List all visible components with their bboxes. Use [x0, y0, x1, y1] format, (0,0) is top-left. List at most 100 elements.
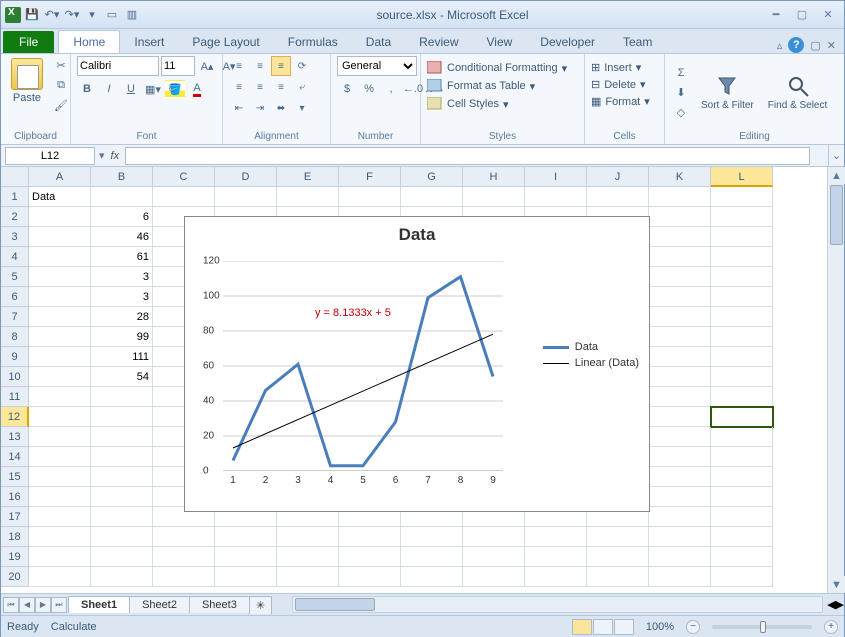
zoom-slider[interactable]: [712, 625, 812, 629]
col-header-G[interactable]: G: [401, 167, 463, 187]
col-header-D[interactable]: D: [215, 167, 277, 187]
cell-B20[interactable]: [91, 567, 153, 587]
cell-A4[interactable]: [29, 247, 91, 267]
cell-A20[interactable]: [29, 567, 91, 587]
cell-L5[interactable]: [711, 267, 773, 287]
fill-color-button[interactable]: 🪣: [165, 80, 185, 98]
sheet-nav-last[interactable]: ⏭: [51, 597, 67, 613]
new-sheet-button[interactable]: ✳: [249, 596, 272, 614]
row-header-6[interactable]: 6: [1, 287, 29, 307]
row-header-4[interactable]: 4: [1, 247, 29, 267]
format-painter-button[interactable]: 🖌: [51, 96, 71, 114]
col-header-L[interactable]: L: [711, 167, 773, 187]
delete-cells-button[interactable]: ⊟ Delete ▾: [591, 77, 646, 92]
view-page-break-button[interactable]: [614, 619, 634, 635]
cell-B19[interactable]: [91, 547, 153, 567]
doc-restore-icon[interactable]: ▢: [810, 39, 820, 52]
cell-B8[interactable]: 99: [91, 327, 153, 347]
cell-I20[interactable]: [525, 567, 587, 587]
row-header-17[interactable]: 17: [1, 507, 29, 527]
align-top-button[interactable]: ≡: [229, 56, 249, 76]
tab-page-layout[interactable]: Page Layout: [178, 31, 273, 53]
view-page-layout-button[interactable]: [593, 619, 613, 635]
number-format-select[interactable]: General: [337, 56, 417, 76]
currency-button[interactable]: $: [337, 80, 357, 98]
cell-B12[interactable]: [91, 407, 153, 427]
col-header-H[interactable]: H: [463, 167, 525, 187]
cell-L11[interactable]: [711, 387, 773, 407]
cell-K1[interactable]: [649, 187, 711, 207]
cell-K19[interactable]: [649, 547, 711, 567]
cell-I1[interactable]: [525, 187, 587, 207]
sheet-nav-prev[interactable]: ◀: [19, 597, 35, 613]
italic-button[interactable]: I: [99, 80, 119, 98]
close-button[interactable]: ✕: [816, 6, 840, 24]
row-header-16[interactable]: 16: [1, 487, 29, 507]
col-header-C[interactable]: C: [153, 167, 215, 187]
cell-F18[interactable]: [339, 527, 401, 547]
row-header-8[interactable]: 8: [1, 327, 29, 347]
cell-K7[interactable]: [649, 307, 711, 327]
embedded-chart[interactable]: Data y = 8.1333x + 5 Data Linear (Data) …: [184, 216, 650, 512]
grow-font-button[interactable]: A▴: [197, 57, 217, 75]
maximize-button[interactable]: ▢: [790, 6, 814, 24]
cell-A12[interactable]: [29, 407, 91, 427]
cell-K12[interactable]: [649, 407, 711, 427]
cell-L20[interactable]: [711, 567, 773, 587]
formula-input[interactable]: [125, 147, 810, 165]
cell-D19[interactable]: [215, 547, 277, 567]
cell-L3[interactable]: [711, 227, 773, 247]
zoom-handle[interactable]: [760, 621, 766, 633]
tab-developer[interactable]: Developer: [526, 31, 609, 53]
cell-B7[interactable]: 28: [91, 307, 153, 327]
cell-E20[interactable]: [277, 567, 339, 587]
cell-B2[interactable]: 6: [91, 207, 153, 227]
hscroll-right-icon[interactable]: ▶: [836, 598, 844, 611]
cell-H1[interactable]: [463, 187, 525, 207]
select-all-corner[interactable]: [1, 167, 29, 187]
row-header-12[interactable]: 12: [1, 407, 29, 427]
row-header-19[interactable]: 19: [1, 547, 29, 567]
cell-J19[interactable]: [587, 547, 649, 567]
cell-D1[interactable]: [215, 187, 277, 207]
cell-A11[interactable]: [29, 387, 91, 407]
zoom-out-button[interactable]: −: [686, 620, 700, 634]
cell-L2[interactable]: [711, 207, 773, 227]
indent-dec-button[interactable]: ⇤: [229, 98, 249, 118]
cell-B16[interactable]: [91, 487, 153, 507]
redo-button[interactable]: ↷▾: [63, 6, 81, 24]
find-select-button[interactable]: Find & Select: [764, 72, 831, 113]
underline-button[interactable]: U: [121, 80, 141, 98]
cell-K5[interactable]: [649, 267, 711, 287]
save-button[interactable]: 💾: [23, 6, 41, 24]
cell-B3[interactable]: 46: [91, 227, 153, 247]
cell-K4[interactable]: [649, 247, 711, 267]
sheet-nav-next[interactable]: ▶: [35, 597, 51, 613]
merge-button[interactable]: ⬌: [271, 98, 291, 118]
cell-K14[interactable]: [649, 447, 711, 467]
cell-L9[interactable]: [711, 347, 773, 367]
cell-A1[interactable]: Data: [29, 187, 91, 207]
cell-B6[interactable]: 3: [91, 287, 153, 307]
vscroll-thumb[interactable]: [830, 185, 843, 245]
cell-L13[interactable]: [711, 427, 773, 447]
clear-button[interactable]: ◇: [671, 104, 691, 122]
qat-more-icon[interactable]: ▾: [83, 6, 101, 24]
row-header-14[interactable]: 14: [1, 447, 29, 467]
row-header-10[interactable]: 10: [1, 367, 29, 387]
col-header-J[interactable]: J: [587, 167, 649, 187]
tab-formulas[interactable]: Formulas: [274, 31, 352, 53]
doc-close-icon[interactable]: ✕: [827, 39, 836, 52]
cell-A7[interactable]: [29, 307, 91, 327]
cell-B17[interactable]: [91, 507, 153, 527]
cell-L18[interactable]: [711, 527, 773, 547]
cell-J18[interactable]: [587, 527, 649, 547]
conditional-formatting-button[interactable]: Conditional Formatting ▾: [427, 60, 567, 76]
cell-H19[interactable]: [463, 547, 525, 567]
cell-A19[interactable]: [29, 547, 91, 567]
cell-A2[interactable]: [29, 207, 91, 227]
cell-B5[interactable]: 3: [91, 267, 153, 287]
cell-B4[interactable]: 61: [91, 247, 153, 267]
cell-D20[interactable]: [215, 567, 277, 587]
cell-K13[interactable]: [649, 427, 711, 447]
